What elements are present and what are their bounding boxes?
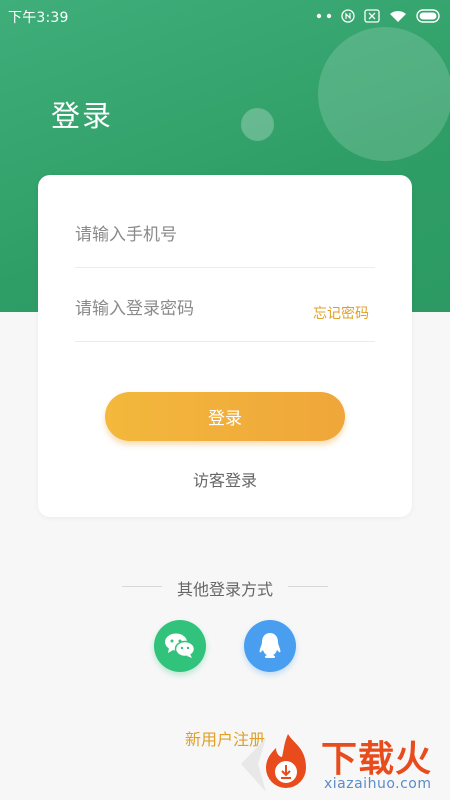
- guest-login-link[interactable]: 访客登录: [38, 467, 412, 491]
- phone-input[interactable]: [75, 225, 295, 245]
- page-title: 登录: [51, 99, 114, 133]
- other-login-label: 其他登录方式: [176, 580, 273, 599]
- password-input[interactable]: [75, 299, 295, 319]
- wechat-login-button[interactable]: [154, 620, 206, 672]
- status-time: 下午3:39: [8, 10, 69, 26]
- password-field: 忘记密码: [75, 281, 375, 342]
- fire-logo-icon: [241, 734, 306, 792]
- wechat-icon: [165, 633, 196, 658]
- wifi-icon: [390, 10, 406, 22]
- decorative-circle-small: [241, 108, 274, 141]
- qq-login-button[interactable]: [244, 620, 296, 672]
- login-button[interactable]: 登录: [105, 392, 345, 441]
- phone-field: [75, 207, 375, 268]
- status-icons: [316, 7, 442, 25]
- status-bar: 下午3:39: [0, 0, 450, 32]
- divider-line-right: [288, 586, 328, 587]
- login-card: 忘记密码 登录 访客登录: [38, 175, 412, 517]
- qq-icon: [259, 633, 281, 658]
- dots-icon: [316, 13, 332, 19]
- battery-icon: [416, 9, 440, 23]
- watermark-subtext: xiazaihuo.com: [324, 776, 432, 792]
- sim-off-icon: [364, 9, 380, 23]
- nfc-icon: [341, 9, 355, 23]
- decorative-circle-large: [318, 27, 450, 161]
- watermark-text: 下载火: [321, 739, 433, 780]
- watermark-logo: 下载火 xiazaihuo.com: [236, 728, 450, 800]
- other-login-divider: 其他登录方式: [122, 576, 328, 599]
- forgot-password-link[interactable]: 忘记密码: [313, 303, 369, 323]
